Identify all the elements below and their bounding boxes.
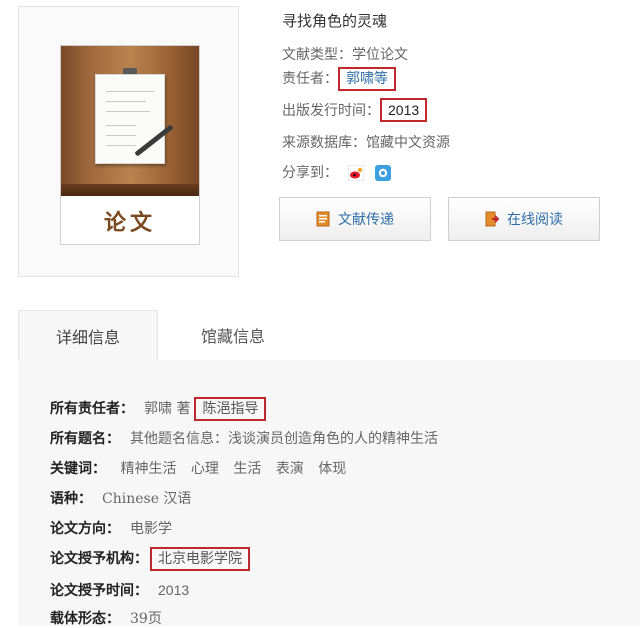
paper-icon <box>95 74 165 164</box>
detail-carrier-value: 39页 <box>130 611 162 627</box>
source-value: 馆藏中文资源 <box>366 135 450 151</box>
tab-details[interactable]: 详细信息 <box>18 310 158 360</box>
detail-carrier-key: 载体形态： <box>50 611 120 627</box>
detail-advisor: 陈浥指导 <box>202 401 259 417</box>
record-title: 寻找角色的灵魂 <box>282 12 388 30</box>
doc-type-value: 学位论文 <box>352 47 408 63</box>
detail-direction-key: 论文方向： <box>50 521 120 537</box>
detail-authors-value: 郭啸 著 <box>144 401 191 417</box>
read-online-label: 在线阅读 <box>507 212 563 228</box>
cover-shelf-edge <box>61 184 199 196</box>
read-icon <box>485 211 500 227</box>
keyword-link[interactable]: 体现 <box>318 461 346 477</box>
detail-institution-key: 论文授予机构： <box>50 551 148 567</box>
pub-time-value: 2013 <box>388 102 420 118</box>
share-weibo-icon[interactable] <box>347 164 365 182</box>
detail-authors-row: 所有责任者： 郭啸 著陈浥指导 <box>50 397 267 421</box>
detail-authors-key: 所有责任者： <box>50 401 134 417</box>
share-row: 分享到： <box>282 162 391 182</box>
detail-carrier-row: 载体形态： 39页 <box>50 608 172 628</box>
author-highlight: 郭啸等 <box>338 67 396 91</box>
detail-titles-row: 所有题名： 其他题名信息：浅谈演员创造角色的人的精神生活 <box>50 428 448 448</box>
detail-language-value: Chinese 汉语 <box>102 491 192 507</box>
detail-language-key: 语种： <box>50 491 92 507</box>
pub-time-highlight: 2013 <box>380 98 428 122</box>
detail-direction-value: 电影学 <box>130 521 172 537</box>
cover-frame: 论文 <box>18 6 239 277</box>
advisor-highlight: 陈浥指导 <box>194 397 267 421</box>
author-label: 责任者： <box>282 71 338 87</box>
detail-language-row: 语种： Chinese 汉语 <box>50 488 201 508</box>
detail-grant-time-row: 论文授予时间： 2013 <box>50 580 199 600</box>
detail-keywords-row: 关键词： 精神生活 心理 生活 表演 体现 <box>50 458 356 478</box>
document-delivery-button[interactable]: 文献传递 <box>279 197 431 241</box>
share-label: 分享到： <box>282 165 338 181</box>
tab-holdings[interactable]: 馆藏信息 <box>168 310 298 360</box>
cover-label: 论文 <box>61 196 199 244</box>
tab-bar: 详细信息 馆藏信息 <box>18 310 640 361</box>
keyword-link[interactable]: 生活 <box>233 461 261 477</box>
source-label: 来源数据库： <box>282 135 366 151</box>
institution-highlight: 北京电影学院 <box>150 547 250 571</box>
document-icon <box>316 211 330 227</box>
cover-image: 论文 <box>60 45 200 245</box>
document-delivery-label: 文献传递 <box>338 212 394 228</box>
detail-direction-row: 论文方向： 电影学 <box>50 518 182 538</box>
detail-institution-value: 北京电影学院 <box>158 551 242 567</box>
read-online-button[interactable]: 在线阅读 <box>448 197 600 241</box>
detail-titles-key: 所有题名： <box>50 431 120 447</box>
pub-time-label: 出版发行时间： <box>282 103 380 119</box>
detail-institution-row: 论文授予机构： 北京电影学院 <box>50 547 250 571</box>
share-qzone-icon[interactable] <box>374 165 391 181</box>
detail-grant-time-value: 2013 <box>158 582 190 598</box>
detail-keywords-key: 关键词： <box>50 461 106 477</box>
author-link[interactable]: 郭啸等 <box>346 71 388 87</box>
author-row: 责任者： 郭啸等 <box>282 67 396 91</box>
detail-grant-time-key: 论文授予时间： <box>50 583 148 599</box>
keyword-link[interactable]: 精神生活 <box>120 461 176 477</box>
doc-type-label: 文献类型： <box>282 47 352 63</box>
pub-time-row: 出版发行时间： 2013 <box>282 98 428 122</box>
doc-type-row: 文献类型：学位论文 <box>282 44 408 64</box>
keyword-link[interactable]: 表演 <box>276 461 304 477</box>
keyword-link[interactable]: 心理 <box>191 461 219 477</box>
source-row: 来源数据库：馆藏中文资源 <box>282 132 450 152</box>
detail-titles-value: 其他题名信息：浅谈演员创造角色的人的精神生活 <box>130 431 438 447</box>
